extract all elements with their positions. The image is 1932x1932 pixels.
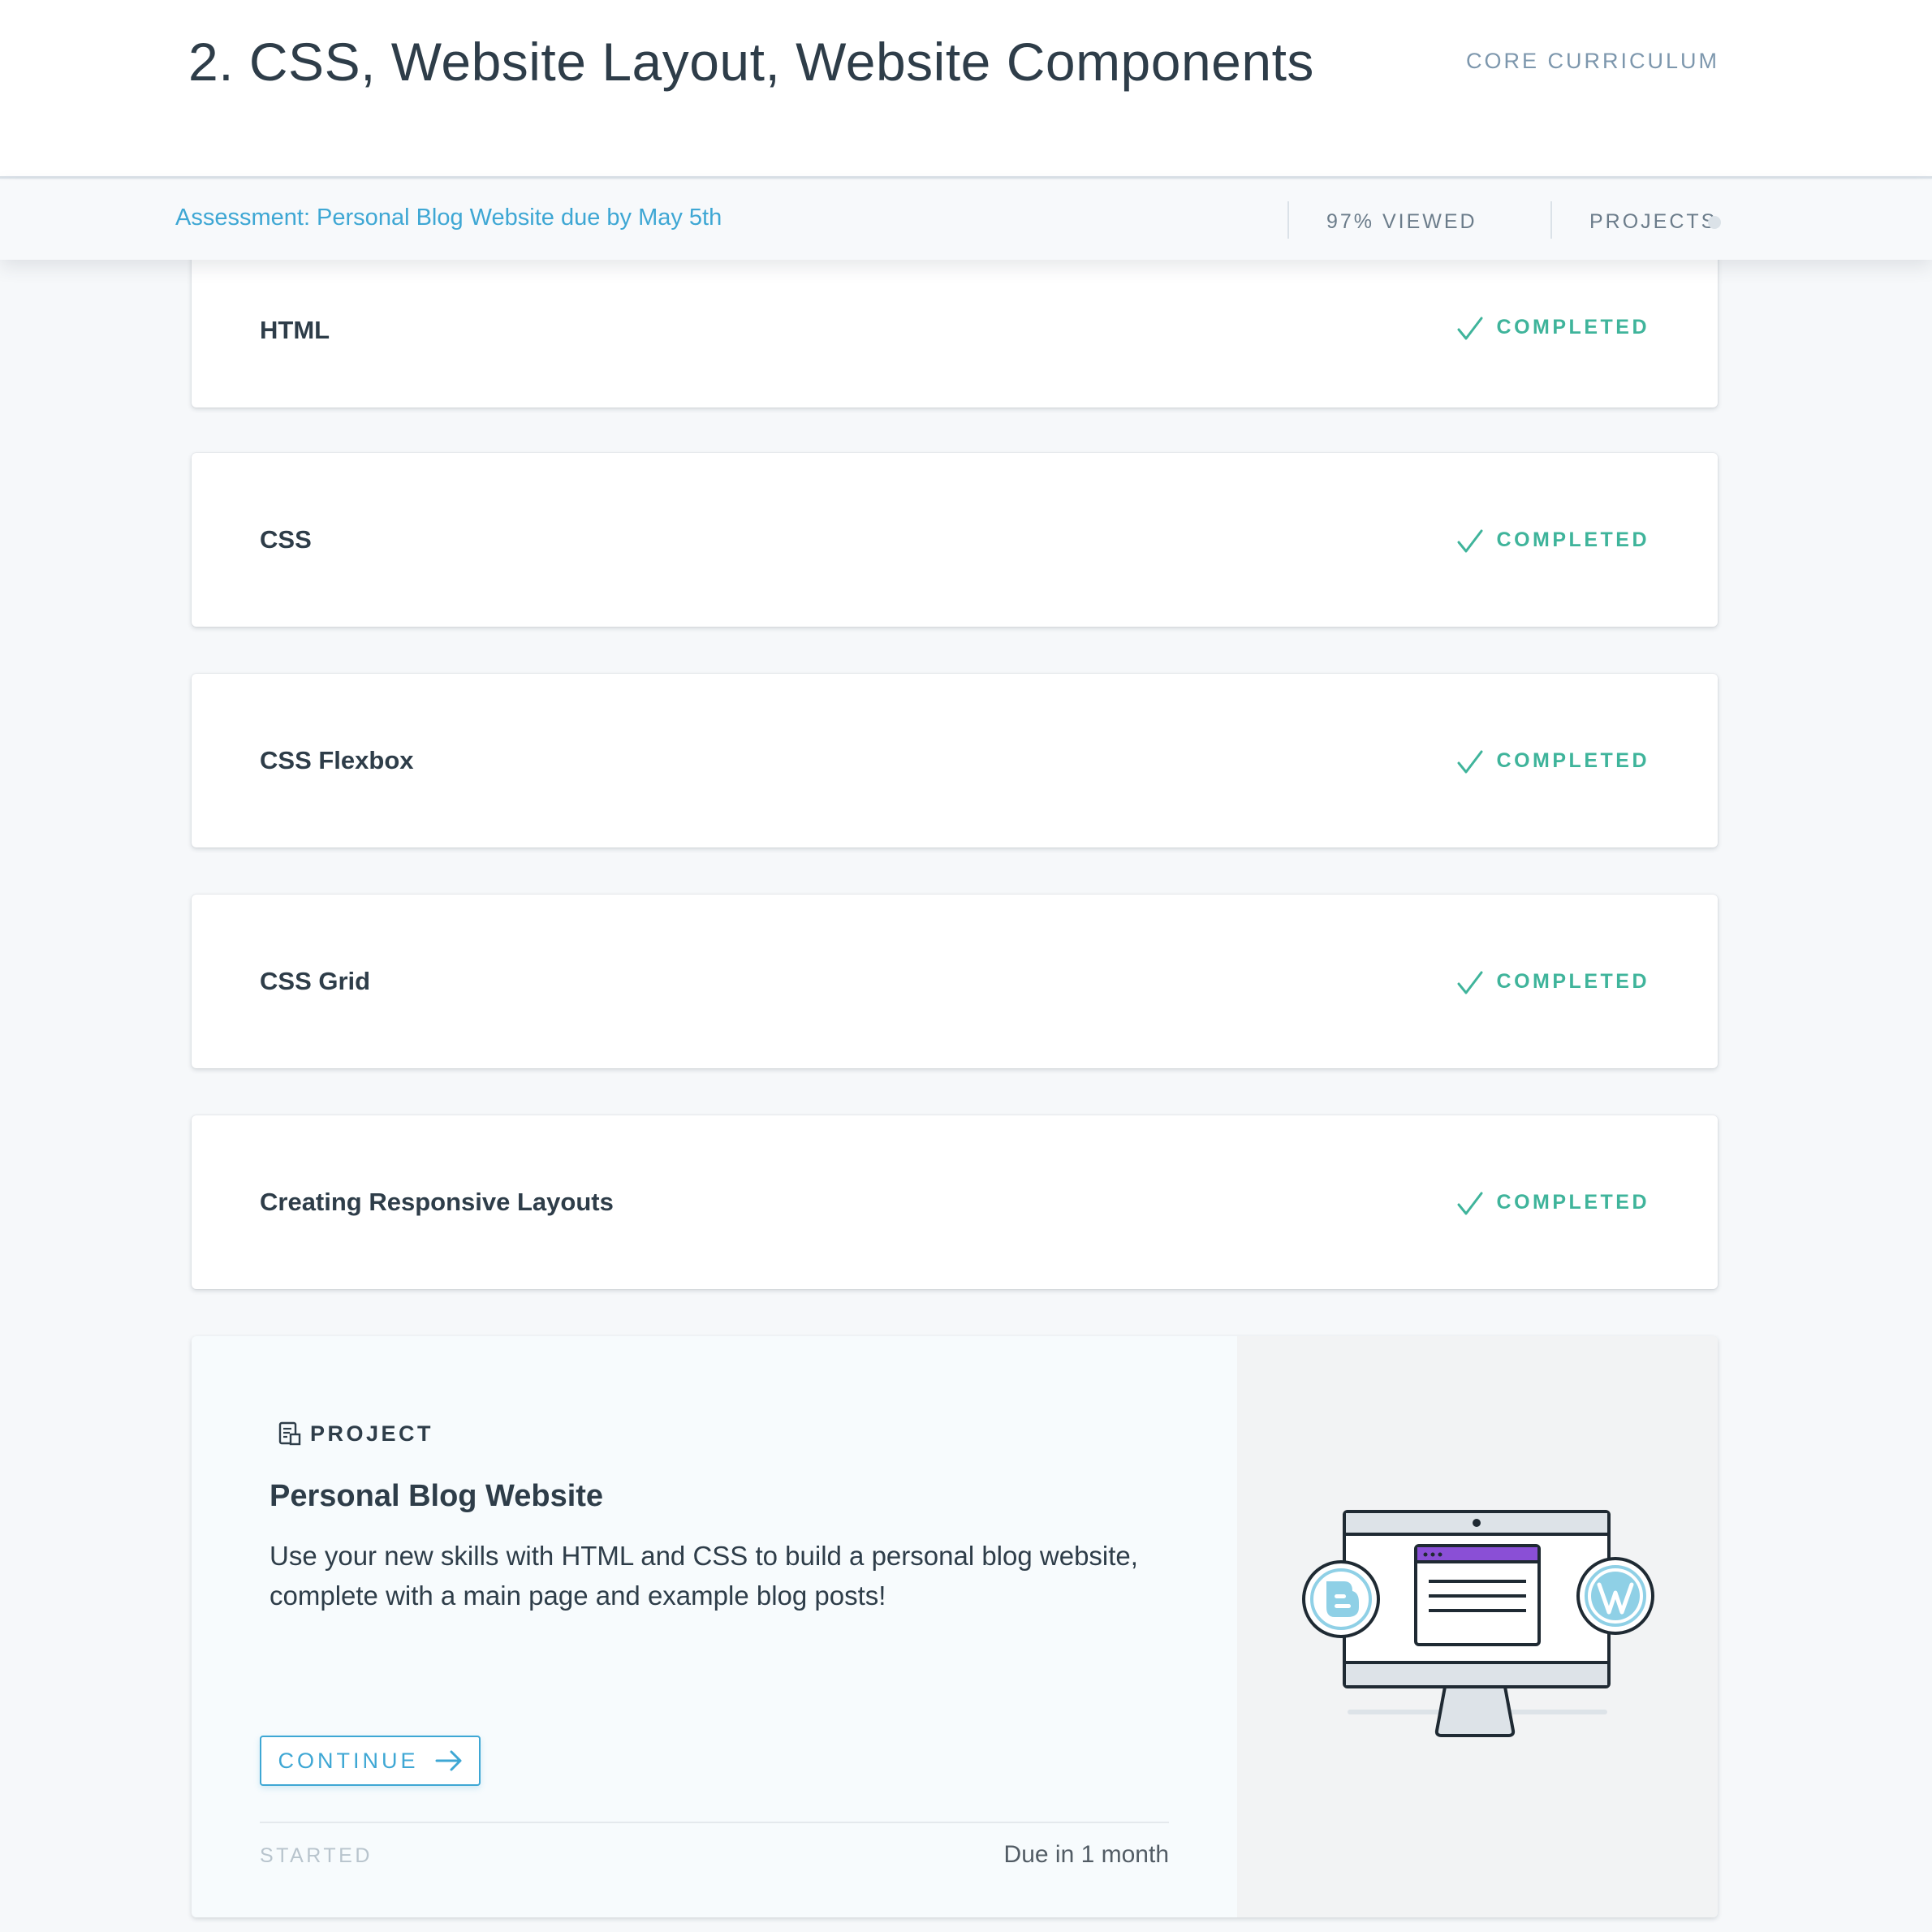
divider bbox=[1550, 201, 1552, 239]
lesson-card-css[interactable]: CSS COMPLETED bbox=[192, 453, 1718, 627]
project-doc-icon bbox=[278, 1421, 301, 1446]
lesson-card-responsive-layouts[interactable]: Creating Responsive Layouts COMPLETED bbox=[192, 1115, 1718, 1289]
status-label: COMPLETED bbox=[1496, 1190, 1650, 1214]
check-icon bbox=[1457, 750, 1483, 774]
project-state: STARTED bbox=[260, 1844, 373, 1867]
top-header: 2. CSS, Website Layout, Website Componen… bbox=[0, 0, 1932, 179]
page: 2. CSS, Website Layout, Website Componen… bbox=[0, 0, 1932, 1932]
lesson-title: HTML bbox=[260, 316, 330, 344]
page-title: 2. CSS, Website Layout, Website Componen… bbox=[188, 32, 1314, 92]
projects-menu[interactable]: PROJECTS bbox=[1589, 210, 1717, 234]
lesson-status: COMPLETED bbox=[1456, 1115, 1650, 1289]
blogger-icon bbox=[1302, 1560, 1380, 1638]
assessment-link[interactable]: Assessment: Personal Blog Website due by… bbox=[175, 205, 722, 231]
lesson-card-css-grid[interactable]: CSS Grid COMPLETED bbox=[192, 895, 1718, 1068]
status-label: COMPLETED bbox=[1496, 315, 1650, 339]
check-icon bbox=[1457, 971, 1483, 994]
project-label-row: PROJECT bbox=[278, 1421, 433, 1447]
project-card: PROJECT Personal Blog Website Use your n… bbox=[192, 1336, 1718, 1917]
continue-button[interactable]: CONTINUE bbox=[260, 1736, 481, 1786]
lesson-status: COMPLETED bbox=[1456, 674, 1650, 847]
lesson-title: Creating Responsive Layouts bbox=[260, 1188, 614, 1216]
lesson-card-css-flexbox[interactable]: CSS Flexbox COMPLETED bbox=[192, 674, 1718, 847]
due-date: Due in 1 month bbox=[1003, 1841, 1169, 1868]
status-label: COMPLETED bbox=[1496, 528, 1650, 551]
arrow-right-icon bbox=[435, 1750, 461, 1771]
project-label: PROJECT bbox=[310, 1421, 434, 1446]
projects-status-dot bbox=[1708, 216, 1721, 229]
check-icon bbox=[1457, 317, 1483, 340]
wordpress-icon bbox=[1576, 1557, 1654, 1635]
lesson-status: COMPLETED bbox=[1456, 895, 1650, 1068]
monitor-icon bbox=[1302, 1510, 1654, 1737]
lesson-title: CSS Grid bbox=[260, 967, 371, 995]
project-info: PROJECT Personal Blog Website Use your n… bbox=[192, 1336, 1237, 1917]
status-label: COMPLETED bbox=[1496, 969, 1650, 993]
continue-label: CONTINUE bbox=[278, 1748, 419, 1773]
lesson-status: COMPLETED bbox=[1456, 234, 1650, 414]
viewed-progress: 97% VIEWED bbox=[1326, 210, 1477, 233]
divider bbox=[1287, 201, 1289, 239]
project-illustration-panel bbox=[1237, 1336, 1718, 1917]
assessment-bar: Assessment: Personal Blog Website due by… bbox=[0, 180, 1932, 260]
divider bbox=[260, 1822, 1169, 1823]
project-title: Personal Blog Website bbox=[270, 1479, 604, 1513]
check-icon bbox=[1457, 529, 1483, 553]
lesson-card-html[interactable]: HTML COMPLETED bbox=[192, 234, 1718, 408]
core-curriculum-link[interactable]: CORE CURRICULUM bbox=[1466, 49, 1719, 74]
lesson-title: CSS Flexbox bbox=[260, 746, 414, 774]
lesson-status: COMPLETED bbox=[1456, 453, 1650, 627]
project-description: Use your new skills with HTML and CSS to… bbox=[270, 1541, 1138, 1611]
lesson-title: CSS bbox=[260, 525, 312, 554]
check-icon bbox=[1457, 1192, 1483, 1215]
status-label: COMPLETED bbox=[1496, 748, 1650, 772]
